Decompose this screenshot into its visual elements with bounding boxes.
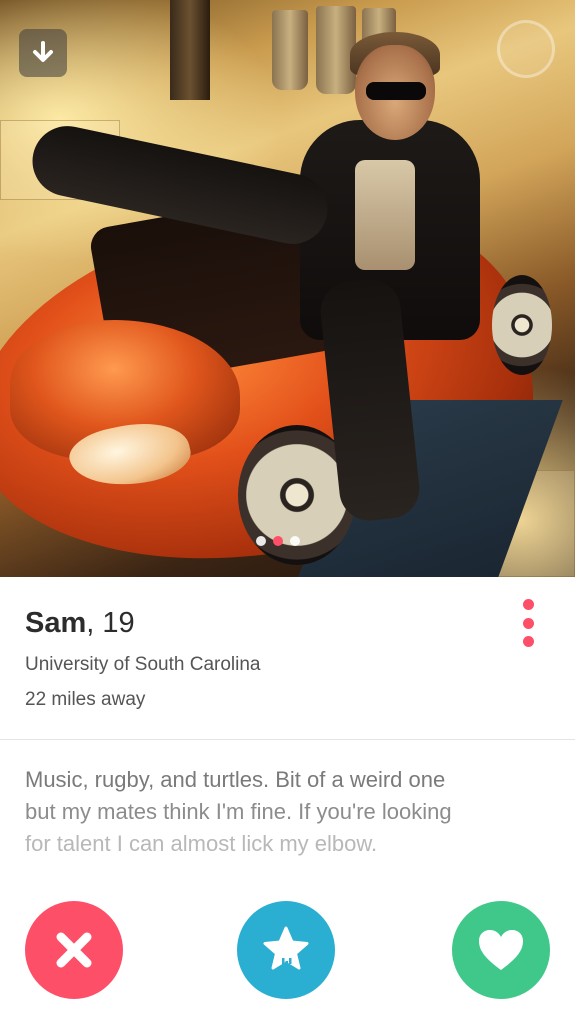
more-options-button[interactable] — [520, 599, 536, 647]
more-vertical-icon — [522, 636, 534, 647]
rear-wheel — [492, 275, 552, 375]
close-x-icon — [56, 932, 92, 968]
photo-dot-active[interactable] — [273, 536, 283, 546]
star-icon — [263, 926, 309, 970]
profile-bio: Music, rugby, and turtles. Bit of a weir… — [25, 764, 555, 860]
bio-line: for talent I can almost lick my elbow. — [25, 831, 378, 856]
divider — [0, 739, 575, 740]
more-vertical-icon — [522, 599, 534, 610]
profile-distance: 22 miles away — [25, 689, 146, 710]
watermark-logo — [497, 20, 555, 78]
profile-school: University of South Carolina — [25, 654, 261, 675]
profile-photo[interactable] — [0, 0, 575, 577]
profile-name: Sam — [25, 607, 87, 639]
background-pillar — [170, 0, 210, 100]
name-separator: , — [86, 607, 103, 639]
person-shirt — [355, 160, 415, 270]
bio-line: but my mates think I'm fine. If you're l… — [25, 799, 452, 824]
photo-dot[interactable] — [256, 536, 266, 546]
super-like-button[interactable] — [237, 901, 335, 999]
like-button[interactable] — [452, 901, 550, 999]
photo-pagination — [256, 536, 300, 546]
bio-line: Music, rugby, and turtles. Bit of a weir… — [25, 767, 446, 792]
more-vertical-icon — [522, 617, 534, 629]
background-vase — [272, 10, 308, 90]
sunglasses — [366, 82, 426, 100]
heart-icon — [479, 930, 523, 970]
profile-age: 19 — [102, 607, 135, 639]
profile-info: Sam, 19 University of South Carolina 22 … — [0, 577, 575, 739]
download-button[interactable] — [19, 29, 67, 77]
name-age: Sam, 19 — [25, 607, 135, 640]
photo-dot[interactable] — [290, 536, 300, 546]
download-arrow-icon — [33, 41, 53, 62]
nope-button[interactable] — [25, 901, 123, 999]
